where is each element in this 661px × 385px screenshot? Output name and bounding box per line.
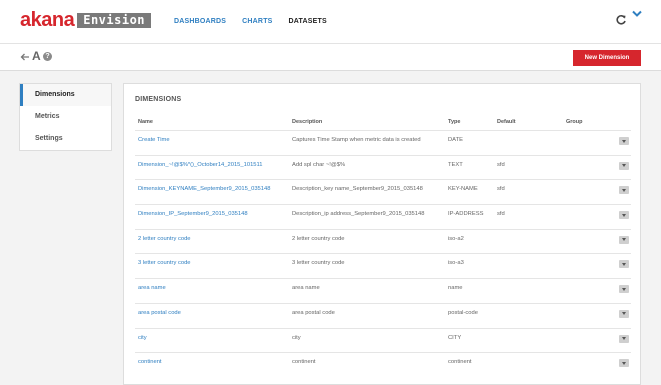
table-header: Name Description Type Default Group xyxy=(135,119,631,129)
sidebar-item-settings[interactable]: Settings xyxy=(20,128,111,150)
logo-text: akana xyxy=(20,9,75,31)
top-navigation-bar: akana Envision DASHBOARDS CHARTS DATASET… xyxy=(0,0,661,44)
table-row: Create Time Captures Time Stamp when metr… xyxy=(135,130,631,155)
column-header-type[interactable]: Type xyxy=(448,119,460,125)
dimension-description: Description_ip address_September9_2015_0… xyxy=(292,211,425,218)
main-nav: DASHBOARDS CHARTS DATASETS xyxy=(174,0,343,44)
dimension-name-link[interactable]: Create Time xyxy=(138,131,170,155)
font-size-toggle[interactable]: A xyxy=(32,49,41,63)
dimension-name-link[interactable]: Dimension_~!@$%*()_October14_2015_101511 xyxy=(138,156,263,180)
dimension-name-link[interactable]: area name xyxy=(138,279,166,303)
row-actions-dropdown-icon[interactable] xyxy=(619,334,629,343)
dimension-description: Add spl char ~!@$% xyxy=(292,161,346,168)
column-header-description[interactable]: Description xyxy=(292,119,322,125)
table-row: Dimension_~!@$%*()_October14_2015_101511… xyxy=(135,154,631,180)
table-row: 2 letter country code 2 letter country co… xyxy=(135,228,631,254)
dimension-name-link[interactable]: 2 letter country code xyxy=(138,230,191,254)
table-row: city city CITY xyxy=(135,327,631,353)
sidebar-item-metrics[interactable]: Metrics xyxy=(20,106,111,128)
dimension-type: postal-code xyxy=(448,309,478,316)
dimension-name-link[interactable]: Dimension_KEYNAME_September9_2015_035148 xyxy=(138,180,270,204)
back-arrow-icon[interactable] xyxy=(20,52,30,62)
dimension-name-link[interactable]: 3 letter country code xyxy=(138,254,191,278)
row-actions-dropdown-icon[interactable] xyxy=(619,285,629,294)
column-header-name[interactable]: Name xyxy=(138,119,153,125)
table-row: 3 letter country code 3 letter country co… xyxy=(135,253,631,278)
dimension-type: KEY-NAME xyxy=(448,186,478,193)
dimension-description: area postal code xyxy=(292,309,335,316)
dimensions-panel: DIMENSIONS Name Description Type Default… xyxy=(123,83,641,385)
row-actions-dropdown-icon[interactable] xyxy=(619,260,629,269)
dimension-name-link[interactable]: continent xyxy=(138,353,162,377)
row-actions-dropdown-icon[interactable] xyxy=(619,137,629,145)
table-row: area postal code area postal code postal-c… xyxy=(135,302,631,328)
nav-datasets[interactable]: DATASETS xyxy=(289,0,327,44)
nav-charts[interactable]: CHARTS xyxy=(242,0,272,44)
dimension-type: name xyxy=(448,285,463,292)
dimension-description: Captures Time Stamp when metric data is … xyxy=(292,137,421,143)
row-actions-dropdown-icon[interactable] xyxy=(619,235,629,244)
chevron-down-icon[interactable] xyxy=(632,10,642,18)
dimension-description: 2 letter country code xyxy=(292,235,345,242)
help-icon[interactable]: ? xyxy=(43,52,52,61)
dimension-type: IP-ADDRESS xyxy=(448,211,484,218)
dimension-default: sfd xyxy=(497,186,505,193)
product-name: Envision xyxy=(77,12,152,28)
dimension-description: area name xyxy=(292,285,320,292)
panel-title: DIMENSIONS xyxy=(135,96,182,103)
dimension-type: iso-a3 xyxy=(448,260,464,267)
dataset-sidebar: Dimensions Metrics Settings xyxy=(19,83,112,151)
row-actions-dropdown-icon[interactable] xyxy=(619,161,629,170)
dimension-type: iso-a2 xyxy=(448,235,464,242)
dimension-name-link[interactable]: city xyxy=(138,329,147,353)
column-header-default[interactable]: Default xyxy=(497,119,516,125)
dimension-type: DATE xyxy=(448,137,464,143)
table-row: Dimension_IP_September9_2015_035148 Descr… xyxy=(135,204,631,229)
row-actions-dropdown-icon[interactable] xyxy=(619,211,629,220)
row-actions-dropdown-icon[interactable] xyxy=(619,186,629,195)
dimension-description: 3 letter country code xyxy=(292,260,345,267)
table-row: area name area name name xyxy=(135,278,631,303)
dimension-default: sfd xyxy=(497,161,505,168)
refresh-icon[interactable] xyxy=(615,14,627,26)
row-actions-dropdown-icon[interactable] xyxy=(619,309,629,318)
table-row: continent continent continent xyxy=(135,352,631,377)
new-dimension-button[interactable]: New Dimension xyxy=(573,50,641,66)
row-actions-dropdown-icon[interactable] xyxy=(619,359,629,368)
dimension-default: sfd xyxy=(497,211,505,218)
dimension-description: city xyxy=(292,334,301,341)
dimension-name-link[interactable]: area postal code xyxy=(138,304,181,328)
sidebar-item-dimensions[interactable]: Dimensions xyxy=(20,84,111,106)
dimension-type: CITY xyxy=(448,334,462,341)
dimension-description: continent xyxy=(292,359,316,366)
dimension-type: TEXT xyxy=(448,161,463,168)
dimension-name-link[interactable]: Dimension_IP_September9_2015_035148 xyxy=(138,205,248,229)
brand-logo[interactable]: akana Envision xyxy=(20,9,152,31)
dimensions-table-body: Create Time Captures Time Stamp when metr… xyxy=(135,130,631,377)
nav-dashboards[interactable]: DASHBOARDS xyxy=(174,0,226,44)
dimension-type: continent xyxy=(448,359,472,366)
dimension-description: Description_key name_September9_2015_035… xyxy=(292,186,423,193)
column-header-group[interactable]: Group xyxy=(566,119,583,125)
table-row: Dimension_KEYNAME_September9_2015_035148… xyxy=(135,179,631,204)
page-toolbar: A ? xyxy=(0,44,661,71)
